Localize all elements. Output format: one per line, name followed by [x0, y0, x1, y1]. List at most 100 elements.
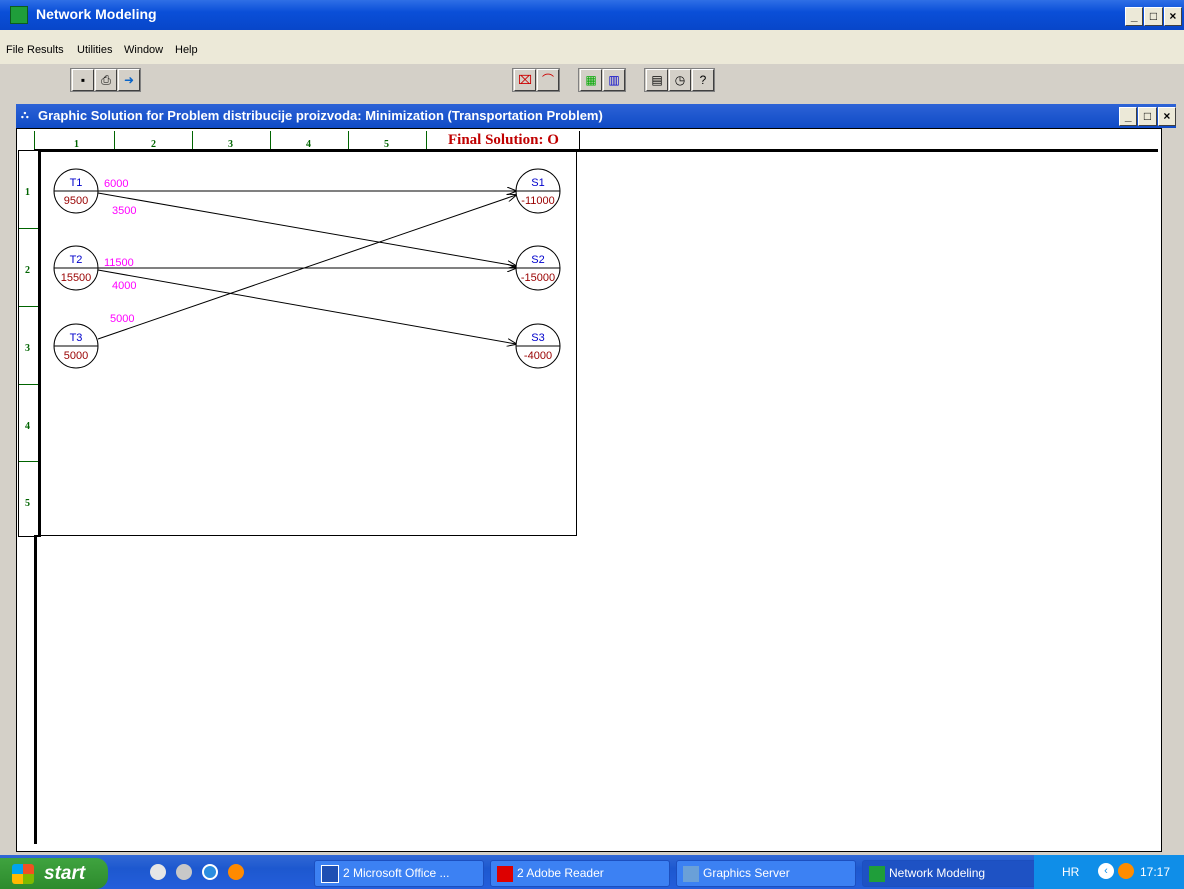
exit-icon[interactable]: ➜ — [118, 69, 140, 91]
clock-icon[interactable]: ◷ — [669, 69, 691, 91]
inner-window-controls: _ □ × — [1118, 107, 1176, 126]
flow-label: 3500 — [112, 205, 136, 217]
media-icon[interactable] — [202, 864, 218, 880]
app-title: Network Modeling — [36, 6, 157, 22]
row-divider — [19, 461, 38, 462]
node-t3[interactable]: T3 5000 — [53, 323, 99, 369]
firefox-icon[interactable] — [228, 864, 244, 880]
flow-arc-t1-s2 — [97, 192, 516, 266]
task-adobe-reader[interactable]: 2 Adobe Reader — [490, 860, 670, 887]
row-number: 1 — [25, 187, 30, 198]
print-icon[interactable]: ⎙ — [95, 69, 117, 91]
node-value: 5000 — [64, 350, 88, 362]
start-button[interactable]: start — [0, 858, 108, 889]
server-icon — [683, 865, 699, 882]
menu-utilities[interactable]: Utilities — [77, 44, 112, 56]
flow-label: 6000 — [104, 178, 128, 190]
node-value: 9500 — [64, 195, 88, 207]
menu-results[interactable]: Results — [27, 44, 64, 56]
node-t2[interactable]: T2 15500 — [53, 245, 99, 291]
task-label: 2 Adobe Reader — [517, 866, 604, 880]
inner-maximize-button[interactable]: □ — [1138, 107, 1157, 126]
inner-window-title-bar: ⛬ Graphic Solution for Problem distribuc… — [16, 104, 1176, 128]
util-tool-group: ▤ ◷ ? — [644, 68, 715, 92]
task-label: Network Modeling — [889, 866, 986, 880]
task-label: 2 Microsoft Office ... — [343, 866, 450, 880]
back-arrow-icon[interactable]: ‹ — [1098, 863, 1114, 879]
menu-file[interactable]: File — [6, 44, 24, 56]
node-value: -15000 — [521, 272, 555, 284]
app-window-controls: _ □ × — [1124, 7, 1182, 26]
row-number: 3 — [25, 343, 30, 354]
flow-arc-t2-s3 — [97, 269, 516, 344]
maximize-button[interactable]: □ — [1144, 7, 1163, 26]
app-title-bar: Network Modeling _ □ × — [0, 0, 1184, 30]
inner-window-title: Graphic Solution for Problem distribucij… — [38, 108, 603, 123]
node-name: S3 — [531, 332, 544, 344]
node-value: -4000 — [524, 350, 552, 362]
network-diagram: 6000 3500 11500 4000 5000 T1 9500 T2 155… — [53, 168, 561, 369]
node-s1[interactable]: S1 -11000 — [515, 168, 561, 214]
minimize-button[interactable]: _ — [1125, 7, 1144, 26]
browser-icon[interactable] — [150, 864, 166, 880]
menu-help[interactable]: Help — [175, 44, 198, 56]
network-icon: ⛬ — [21, 109, 29, 121]
app-icon — [10, 6, 28, 24]
menu-window[interactable]: Window — [124, 44, 163, 56]
left-border-line — [34, 535, 37, 844]
node-name: T2 — [70, 254, 83, 266]
adobe-icon — [497, 865, 513, 882]
flow-label: 4000 — [112, 280, 136, 292]
start-label: start — [44, 863, 86, 884]
node-t1[interactable]: T1 9500 — [53, 168, 99, 214]
inner-minimize-button[interactable]: _ — [1119, 107, 1138, 126]
row-divider — [19, 306, 38, 307]
inner-close-button[interactable]: × — [1157, 107, 1176, 126]
node-s2[interactable]: S2 -15000 — [515, 245, 561, 291]
network-plot-area: 6000 3500 11500 4000 5000 T1 9500 T2 155… — [37, 150, 577, 536]
network-graph-icon[interactable]: ⌧ — [514, 69, 536, 91]
node-value: -11000 — [521, 195, 554, 207]
tool-icon[interactable] — [176, 864, 192, 880]
node-s3[interactable]: S3 -4000 — [515, 323, 561, 369]
node-name: S1 — [531, 177, 544, 189]
column-divider — [34, 131, 35, 149]
curve-icon[interactable]: ⌒ — [537, 69, 559, 91]
bar-chart-icon[interactable]: ▥ — [603, 69, 625, 91]
row-number: 2 — [25, 265, 30, 276]
language-indicator[interactable]: HR — [1062, 865, 1079, 879]
save-icon[interactable]: ▪ — [72, 69, 94, 91]
view-tool-group-1: ⌧ ⌒ — [512, 68, 560, 92]
task-network-modeling[interactable]: Network Modeling — [862, 860, 1040, 887]
row-number: 5 — [25, 498, 30, 509]
toolbar: ▪ ⎙ ➜ ⌧ ⌒ ▦ ▥ ▤ ◷ ? — [0, 64, 1184, 94]
menu-bar: File Results Utilities Window Help — [0, 30, 1184, 64]
file-tool-group: ▪ ⎙ ➜ — [70, 68, 141, 92]
node-name: S2 — [531, 254, 544, 266]
windows-logo-icon — [12, 864, 34, 884]
network-modeling-icon — [869, 865, 885, 882]
row-number: 4 — [25, 421, 30, 432]
quick-launch — [150, 864, 260, 882]
notification-icon[interactable] — [1118, 863, 1134, 879]
calculator-icon[interactable]: ▤ — [646, 69, 668, 91]
row-divider — [19, 228, 38, 229]
node-value: 15500 — [61, 272, 92, 284]
close-button[interactable]: × — [1163, 7, 1182, 26]
task-label: Graphics Server — [703, 866, 790, 880]
row-divider — [19, 384, 38, 385]
flow-arc-t3-s1 — [97, 195, 516, 340]
task-graphics-server[interactable]: Graphics Server — [676, 860, 856, 887]
task-microsoft-office[interactable]: 2 Microsoft Office ... — [314, 860, 484, 887]
node-name: T1 — [70, 177, 83, 189]
ruler-end-marker — [37, 131, 580, 149]
system-tray: HR ‹ 17:17 — [1034, 855, 1184, 889]
node-name: T3 — [70, 332, 83, 344]
help-icon[interactable]: ? — [692, 69, 714, 91]
view-tool-group-2: ▦ ▥ — [578, 68, 626, 92]
flow-label: 11500 — [104, 257, 134, 269]
clock: 17:17 — [1140, 865, 1171, 879]
table-icon[interactable]: ▦ — [580, 69, 602, 91]
office-icon — [321, 864, 339, 883]
flow-label: 5000 — [110, 313, 134, 325]
